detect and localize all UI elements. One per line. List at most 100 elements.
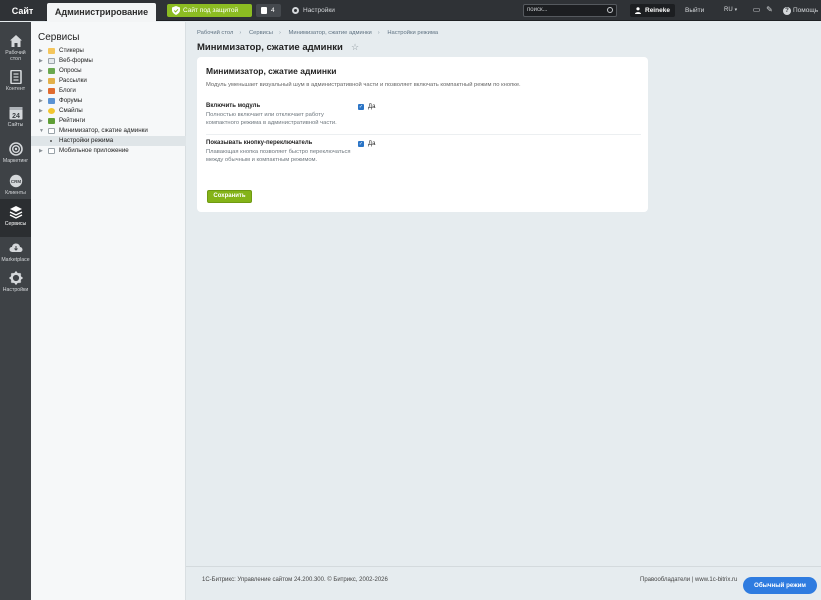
notification-icon [261,7,267,14]
breadcrumb-item[interactable]: Сервисы [249,30,273,36]
option-enable-module-hint: Полностью включает или отключает работу … [206,112,337,126]
poll-icon [48,68,55,74]
divider [206,134,641,135]
tree-item-smiles[interactable]: ▶ Смайлы [31,106,186,116]
menu-item-label: Сайты [7,122,24,128]
breadcrumb-item[interactable]: Настройки режима [387,30,438,36]
menu-item-services[interactable]: Сервисы [0,199,31,237]
tree-item-label: Веб-формы [59,57,93,64]
expand-arrow-icon[interactable]: ▶ [39,76,43,86]
tree-item-webforms[interactable]: ▶ Веб-формы [31,56,186,66]
forum-icon [48,98,55,104]
tree-item-label: Блоги [59,87,76,94]
expand-arrow-icon[interactable]: ▶ [39,46,43,56]
chevron-down-icon: ▾ [734,7,738,13]
top-bar: Сайт Администрирование Сайт под защитой … [0,0,821,23]
option-enable-module-label: Включить модуль [206,103,261,109]
tree-item-forums[interactable]: ▶ Форумы [31,96,186,106]
language-selector[interactable]: RU ▾ [724,4,737,17]
menu-item-label: Контент [5,86,26,92]
settings-link[interactable]: Настройки [292,4,335,17]
expand-arrow-icon[interactable]: ▶ [39,86,43,96]
tab-administration[interactable]: Администрирование [47,3,156,23]
smile-icon [48,108,55,114]
tab-site[interactable]: Сайт [0,0,45,21]
calendar-badge: 24 [12,113,20,120]
home-icon [9,35,22,47]
site-protected-button[interactable]: Сайт под защитой [167,4,252,17]
pin-icon[interactable]: ✎ [765,5,774,14]
help-link[interactable]: ? Помощь [783,4,818,17]
collapse-arrow-icon[interactable]: ▼ [39,126,44,136]
tree-item-mode-settings[interactable]: Настройки режима [31,136,186,146]
option-show-toggle-hint: Плавающая кнопка позволяет быстро перекл… [206,149,351,163]
document-icon [9,70,22,84]
option-show-toggle-value: Да [368,141,376,147]
search-input[interactable] [527,5,605,16]
star-icon[interactable]: ☆ [351,42,359,53]
search-box [523,4,617,17]
menu-item-sites[interactable]: 24 Сайты [0,100,31,138]
calendar-icon: 24 [9,107,22,120]
tree-item-stickers[interactable]: ▶ Стикеры [31,46,186,56]
help-icon: ? [783,7,791,15]
cloud-icon [9,243,22,252]
tree-item-label: Настройки режима [59,137,114,144]
window-icon[interactable]: ▭ [752,5,761,14]
logout-link[interactable]: Выйти [685,4,704,17]
user-name: Reineke [645,7,670,14]
tree-item-minimizer[interactable]: ▼ Минимизатор, сжатие админки [31,126,186,136]
notifications-button[interactable]: 4 [256,4,281,17]
tree-item-label: Минимизатор, сжатие админки [59,127,148,134]
normal-mode-button[interactable]: Обычный режим [743,577,817,594]
svg-text:CRM: CRM [10,179,20,184]
gear-icon [292,7,299,14]
chevron-right-icon: › [278,30,281,36]
card-description: Модуль уменьшает визуальный шум в админи… [206,82,521,88]
menu-item-content[interactable]: Контент [0,64,31,102]
tree-title: Сервисы [38,32,80,43]
layers-icon [9,206,22,219]
menu-item-label: Клиенты [5,190,26,196]
rating-icon [48,118,55,124]
tree-item-mailings[interactable]: ▶ Рассылки [31,76,186,86]
option-show-toggle-checkbox[interactable]: ✓ [358,141,364,147]
tree-item-label: Опросы [59,67,82,74]
page-icon [48,128,55,134]
menu-item-label: Marketplace [1,257,30,263]
expand-arrow-icon[interactable]: ▶ [39,146,43,156]
footer-links[interactable]: Правообладатели | www.1c-bitrix.ru [640,577,737,583]
expand-arrow-icon[interactable]: ▶ [39,96,43,106]
tree-item-ratings[interactable]: ▶ Рейтинги [31,116,186,126]
search-icon[interactable] [607,7,613,13]
tree-item-label: Форумы [59,97,83,104]
option-enable-module-value: Да [368,104,376,110]
crm-icon: CRM [9,174,22,188]
breadcrumb-item[interactable]: Рабочий стол [197,30,233,36]
shield-icon [172,6,180,15]
expand-arrow-icon[interactable]: ▶ [39,106,43,116]
chevron-right-icon: › [239,30,242,36]
option-enable-module-checkbox[interactable]: ✓ [358,104,364,110]
menu-item-settings[interactable]: Настройки [0,265,31,303]
tree-item-polls[interactable]: ▶ Опросы [31,66,186,76]
menu-item-desktop[interactable]: Рабочий стол [0,28,31,66]
mail-icon [48,78,55,84]
tree-item-mobile-app[interactable]: ▶ Мобильное приложение [31,146,186,156]
tree-item-blogs[interactable]: ▶ Блоги [31,86,186,96]
expand-arrow-icon[interactable]: ▶ [39,116,43,126]
left-menu: Рабочий стол Контент 24 Сайты Маркетинг … [0,22,31,600]
site-protected-label: Сайт под защитой [183,7,239,14]
breadcrumb-item[interactable]: Минимизатор, сжатие админки [289,30,372,36]
tree-item-label: Рассылки [59,77,87,84]
expand-arrow-icon[interactable]: ▶ [39,66,43,76]
expand-arrow-icon[interactable]: ▶ [39,56,43,66]
settings-card: Минимизатор, сжатие админки Модуль умень… [197,57,648,212]
save-button[interactable]: Сохранить [207,190,252,203]
menu-item-label: Маркетинг [2,158,29,164]
footer-copyright: 1С-Битрикс: Управление сайтом 24.200.300… [202,577,388,583]
menu-item-label: Рабочий стол [5,50,26,62]
user-button[interactable]: Reineke [630,4,675,17]
option-show-toggle-label: Показывать кнопку-переключатель [206,140,313,146]
page-icon [48,148,55,154]
